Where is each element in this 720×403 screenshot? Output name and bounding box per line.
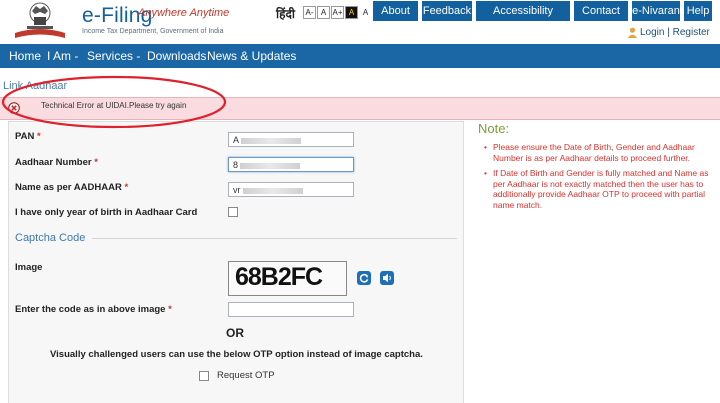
main-nav: Home I Am - Services - Downloads News & … bbox=[0, 44, 720, 68]
aadhaar-number-input[interactable]: 8 bbox=[228, 157, 354, 172]
note-title: Note: bbox=[478, 121, 510, 136]
help-button[interactable]: Help bbox=[684, 1, 712, 21]
image-label: Image bbox=[15, 262, 43, 273]
font-decrease-button[interactable]: A- bbox=[303, 6, 316, 19]
page: e-Filing Anywhere Anytime Income Tax Dep… bbox=[0, 0, 720, 403]
nav-item-i-am[interactable]: I Am - bbox=[47, 44, 78, 68]
visually-challenged-note: Visually challenged users can use the be… bbox=[50, 349, 423, 360]
brand-tagline: Anywhere Anytime bbox=[138, 7, 230, 19]
accessibility-options-button[interactable]: Accessibility Options bbox=[476, 1, 570, 37]
refresh-captcha-icon[interactable] bbox=[357, 271, 371, 285]
nav-item-home[interactable]: Home bbox=[9, 44, 41, 68]
login-register-link[interactable]: Login | Register bbox=[640, 27, 710, 38]
note-list: Please ensure the Date of Birth, Gender … bbox=[484, 142, 712, 215]
name-label: Name as per AADHAAR * bbox=[15, 182, 129, 193]
audio-captcha-icon[interactable] bbox=[380, 271, 394, 285]
aadhaar-number-label: Aadhaar Number * bbox=[15, 157, 98, 168]
captcha-image: 68B2FC bbox=[228, 261, 347, 296]
captcha-code-label: Enter the code as in above image * bbox=[15, 304, 172, 315]
contact-us-button[interactable]: Contact Us bbox=[574, 1, 628, 37]
e-nivaran-button[interactable]: e-Nivaran bbox=[632, 1, 680, 21]
font-normal-button[interactable]: A bbox=[317, 6, 330, 19]
nav-item-downloads[interactable]: Downloads bbox=[147, 44, 206, 68]
request-otp-label: Request OTP bbox=[217, 370, 275, 381]
nav-item-news-updates[interactable]: News & Updates bbox=[207, 44, 296, 68]
highlight-annotation bbox=[1, 75, 227, 129]
feedback-button[interactable]: Feedback bbox=[422, 1, 472, 21]
language-link[interactable]: हिंदी bbox=[276, 5, 295, 22]
contrast-dark-button[interactable]: A bbox=[345, 6, 358, 19]
nav-item-services[interactable]: Services - bbox=[87, 44, 140, 68]
note-item: Please ensure the Date of Birth, Gender … bbox=[484, 142, 712, 163]
site-header: e-Filing Anywhere Anytime Income Tax Dep… bbox=[0, 0, 720, 44]
brand-subtitle: Income Tax Department, Government of Ind… bbox=[82, 28, 224, 35]
pan-label: PAN * bbox=[15, 131, 41, 142]
captcha-divider bbox=[92, 238, 457, 239]
user-icon bbox=[627, 27, 638, 38]
about-us-button[interactable]: About Us bbox=[373, 1, 418, 37]
year-of-birth-checkbox[interactable] bbox=[228, 207, 238, 217]
or-separator: OR bbox=[226, 326, 244, 340]
captcha-code-input[interactable] bbox=[228, 302, 354, 317]
year-of-birth-label: I have only year of birth in Aadhaar Car… bbox=[15, 207, 198, 218]
captcha-section-title: Captcha Code bbox=[15, 232, 86, 244]
request-otp-checkbox[interactable] bbox=[199, 371, 209, 381]
captcha-text: 68B2FC bbox=[235, 263, 323, 291]
pan-input[interactable]: A bbox=[228, 132, 354, 147]
font-increase-button[interactable]: A+ bbox=[331, 6, 344, 19]
note-item: If Date of Birth and Gender is fully mat… bbox=[484, 168, 712, 210]
contrast-light-button[interactable]: A bbox=[359, 6, 372, 19]
government-emblem-icon bbox=[15, 2, 65, 38]
name-input[interactable]: vr bbox=[228, 182, 354, 197]
